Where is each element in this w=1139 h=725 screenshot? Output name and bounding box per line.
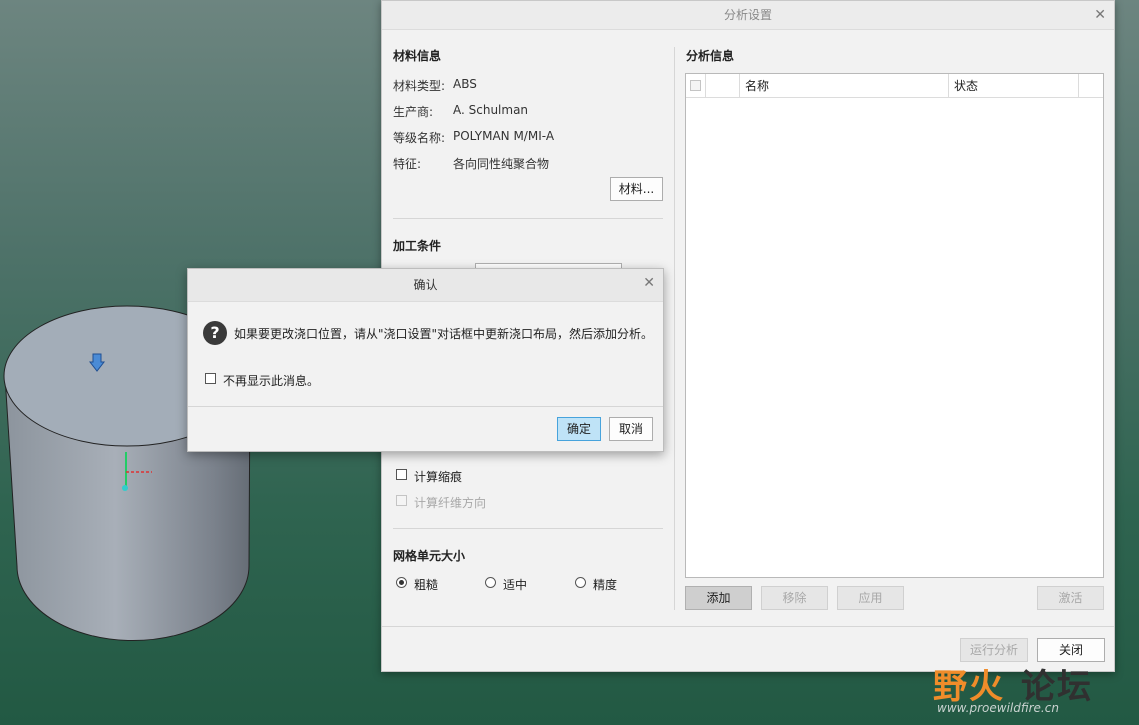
dialog-titlebar[interactable]: 分析设置 ✕ [382, 1, 1114, 30]
fiber-orientation-checkbox [396, 495, 407, 506]
ok-button[interactable]: 确定 [557, 417, 601, 441]
mesh-medium-label: 适中 [503, 578, 528, 592]
close-icon[interactable]: ✕ [643, 269, 655, 297]
cancel-button[interactable]: 取消 [609, 417, 653, 441]
table-header-checkbox-cell [686, 74, 706, 98]
material-button[interactable]: 材料... [610, 177, 663, 201]
watermark-logo: 野火 论坛 www.proewildfire.cn [933, 659, 1123, 719]
feature-value: 各向同性纯聚合物 [453, 157, 550, 171]
maker-label: 生产商: [393, 105, 434, 119]
table-header-end [1079, 74, 1103, 98]
table-header-status[interactable]: 状态 [949, 74, 1079, 98]
select-all-checkbox [690, 80, 701, 91]
mesh-fine-label: 精度 [593, 578, 618, 592]
material-type-label: 材料类型: [393, 79, 446, 93]
confirm-titlebar[interactable]: 确认 ✕ [188, 269, 663, 302]
mesh-medium-radio[interactable] [485, 577, 496, 588]
material-type-value: ABS [453, 77, 477, 91]
mesh-fine-radio[interactable] [575, 577, 586, 588]
confirm-message: 如果要更改浇口位置，请从"浇口设置"对话框中更新浇口布局，然后添加分析。 [234, 327, 654, 341]
dont-show-checkbox[interactable] [205, 373, 216, 384]
analysis-table[interactable]: 名称 状态 [685, 73, 1104, 578]
analysis-section-title: 分析信息 [686, 49, 735, 63]
mesh-section-title: 网格单元大小 [393, 549, 466, 563]
feature-label: 特征: [393, 157, 422, 171]
table-header-spacer [706, 74, 740, 98]
sink-mark-label: 计算缩痕 [414, 470, 463, 484]
add-analysis-button[interactable]: 添加 [685, 586, 752, 610]
table-header-name[interactable]: 名称 [740, 74, 949, 98]
dialog-title: 分析设置 [723, 8, 772, 22]
remove-analysis-button[interactable]: 移除 [761, 586, 828, 610]
fiber-orientation-label: 计算纤维方向 [414, 496, 487, 510]
confirm-dialog: 确认 ✕ ? 如果要更改浇口位置，请从"浇口设置"对话框中更新浇口布局，然后添加… [187, 268, 664, 452]
vertical-divider [674, 47, 675, 610]
apply-analysis-button[interactable]: 应用 [837, 586, 904, 610]
material-section-title: 材料信息 [393, 49, 442, 63]
footer-divider [382, 626, 1114, 627]
dont-show-label: 不再显示此消息。 [223, 374, 320, 388]
question-icon: ? [203, 321, 227, 345]
close-icon[interactable]: ✕ [1094, 1, 1106, 29]
mesh-coarse-label: 粗糙 [414, 578, 439, 592]
grade-label: 等级名称: [393, 131, 446, 145]
activate-analysis-button[interactable]: 激活 [1037, 586, 1104, 610]
confirm-title: 确认 [413, 278, 438, 292]
sink-mark-checkbox[interactable] [396, 469, 407, 480]
divider [393, 218, 663, 219]
mesh-coarse-radio[interactable] [396, 577, 407, 588]
divider [393, 528, 663, 529]
watermark-url: www.proewildfire.cn [937, 701, 1059, 715]
confirm-footer-divider [188, 406, 663, 407]
grade-value: POLYMAN M/MI-A [453, 129, 555, 143]
maker-value: A. Schulman [453, 103, 529, 117]
process-section-title: 加工条件 [393, 239, 442, 253]
